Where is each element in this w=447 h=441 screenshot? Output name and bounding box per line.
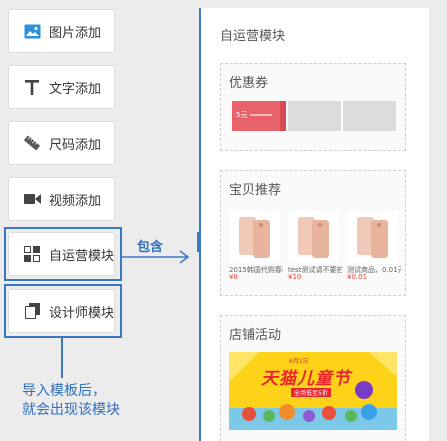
- activity-title: 店铺活动: [229, 328, 282, 343]
- product-recommend-card[interactable]: 宝贝推荐 2015韩国代购春装 ¥8 test测试请不要拍 ¥10 测试商品，0…: [220, 170, 406, 296]
- text-t-icon: [23, 78, 41, 96]
- product-price-3: ¥0.01: [347, 273, 368, 281]
- panel-edge-marker: [197, 232, 201, 252]
- activity-banner[interactable]: 6月1日 天猫儿童节 全场低至5折: [229, 352, 397, 430]
- recommend-title: 宝贝推荐: [229, 183, 282, 198]
- note-line-1: 导入模板后，: [22, 383, 106, 399]
- banner-sub-text: 全场低至5折: [291, 388, 331, 397]
- sidebar-item-designer-module[interactable]: 设计师模块: [8, 289, 115, 333]
- sidebar-item-label: 尺码添加: [49, 137, 102, 153]
- sidebar-item-size-add[interactable]: 尺码添加: [8, 121, 115, 165]
- coupon-inactive-2[interactable]: [343, 101, 396, 131]
- product-price-2: ¥10: [288, 273, 302, 281]
- note-line-2: 就会出现该模块: [22, 402, 120, 418]
- product-thumb-2[interactable]: [288, 211, 339, 263]
- coupon-amount: 5元: [236, 111, 248, 119]
- phone-image: [298, 217, 329, 258]
- ruler-icon: [23, 134, 41, 152]
- product-thumb-1[interactable]: [229, 211, 280, 263]
- contains-label: 包含: [137, 240, 164, 255]
- video-camera-icon: [23, 190, 41, 208]
- panel-title: 自运营模块: [220, 29, 286, 44]
- copy-layers-icon: [23, 302, 41, 320]
- phone-image: [239, 217, 270, 258]
- coupon-line: [250, 114, 272, 116]
- note-connector-line: [61, 338, 63, 378]
- sidebar-item-label: 视频添加: [49, 193, 102, 209]
- sidebar-item-text-add[interactable]: 文字添加: [8, 65, 115, 109]
- coupon-strip: 5元: [232, 101, 396, 131]
- phone-image: [357, 217, 388, 258]
- sidebar-item-self-operated-module[interactable]: 自运营模块: [8, 232, 115, 276]
- banner-main-text: 天猫儿童节: [261, 369, 351, 389]
- sidebar-item-label: 图片添加: [49, 25, 102, 41]
- module-grid-icon: [23, 245, 41, 263]
- coupon-side: [280, 101, 286, 131]
- coupon-inactive-1[interactable]: [288, 101, 341, 131]
- coupon-card[interactable]: 优惠券 5元: [220, 63, 406, 151]
- sidebar-item-label: 设计师模块: [49, 305, 115, 321]
- self-operated-module-panel: 自运营模块 优惠券 5元 宝贝推荐 2015韩国代购春装 ¥8 test测试请不…: [197, 8, 429, 441]
- store-activity-card[interactable]: 店铺活动 6月1日 天猫儿童节 全场低至5折: [220, 315, 406, 441]
- sidebar-item-video-add[interactable]: 视频添加: [8, 177, 115, 221]
- coupon-title: 优惠券: [229, 76, 269, 91]
- image-icon: [23, 22, 41, 40]
- sidebar-item-image-add[interactable]: 图片添加: [8, 9, 115, 53]
- coupon-active[interactable]: 5元: [232, 101, 286, 131]
- sidebar-item-label: 自运营模块: [49, 248, 115, 264]
- sidebar-item-label: 文字添加: [49, 81, 102, 97]
- product-thumb-3[interactable]: [347, 211, 398, 263]
- product-price-1: ¥8: [229, 273, 238, 281]
